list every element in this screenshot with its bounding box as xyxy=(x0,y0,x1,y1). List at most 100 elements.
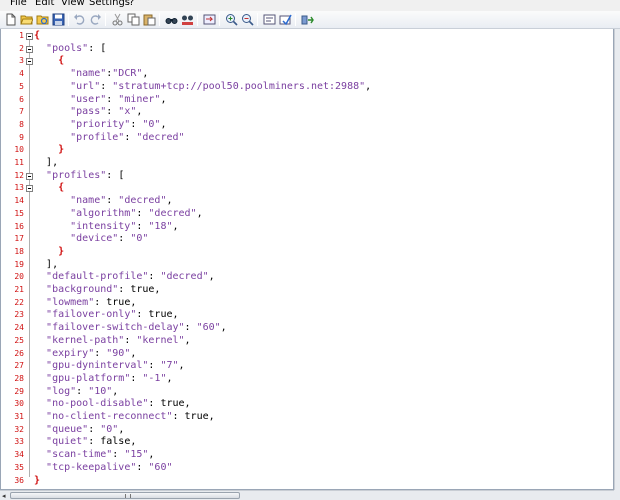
code-line[interactable]: "scan-time": "15", xyxy=(34,449,154,462)
word-wrap-button[interactable] xyxy=(262,12,277,27)
menu-help[interactable]: ? xyxy=(129,0,134,9)
code-line[interactable]: "url": "stratum+tcp://pool50.poolminers.… xyxy=(34,81,371,94)
fold-toggle-icon[interactable] xyxy=(26,33,33,40)
find-button[interactable] xyxy=(164,12,179,27)
code-line[interactable]: "gpu-dyninterval": "7", xyxy=(34,360,185,373)
word-wrap-icon xyxy=(263,14,276,25)
code-line[interactable]: "queue": "0", xyxy=(34,424,124,437)
horizontal-scrollbar[interactable]: ◂ xyxy=(0,490,614,500)
toolbar xyxy=(0,11,620,29)
code-line[interactable]: "log": "10", xyxy=(34,386,118,399)
line-number: 36 xyxy=(14,475,24,485)
replace-button[interactable] xyxy=(180,12,195,27)
code-line[interactable]: } xyxy=(34,144,64,157)
toolbar-separator xyxy=(197,13,198,26)
scroll-left-arrow-icon[interactable]: ◂ xyxy=(2,492,10,500)
code-line[interactable]: "lowmem": true, xyxy=(34,297,136,310)
settings-button[interactable] xyxy=(278,12,293,27)
code-line[interactable]: "default-profile": "decred", xyxy=(34,271,215,284)
code-line[interactable]: } xyxy=(34,475,40,488)
menu-settings[interactable]: Settings xyxy=(89,0,130,9)
cut-button[interactable] xyxy=(110,12,125,27)
reload-button[interactable] xyxy=(35,12,50,27)
goto-icon xyxy=(203,14,216,25)
line-number: 26 xyxy=(14,348,24,358)
code-line[interactable]: "device": "0" xyxy=(34,233,148,246)
line-number: 10 xyxy=(14,145,24,155)
line-number: 25 xyxy=(14,335,24,345)
run-icon xyxy=(301,15,314,25)
redo-button[interactable] xyxy=(88,12,103,27)
code-line[interactable]: "failover-only": true, xyxy=(34,309,178,322)
code-line[interactable]: "background": true, xyxy=(34,284,160,297)
code-editor[interactable]: 1 2 3 4 5 6 7 8 9 10 11 12 13 14 15 16 17 18 19 20 21 22 23 24 2… xyxy=(0,29,614,490)
save-button[interactable] xyxy=(51,12,66,27)
zoom-out-icon xyxy=(242,14,254,26)
code-line[interactable]: "tcp-keepalive": "60" xyxy=(34,462,172,475)
line-number: 11 xyxy=(14,158,24,167)
line-number: 3 xyxy=(19,56,24,66)
copy-button[interactable] xyxy=(126,12,141,27)
run-button[interactable] xyxy=(300,12,315,27)
line-number: 15 xyxy=(14,208,24,218)
zoom-out-button[interactable] xyxy=(240,12,255,27)
replace-icon xyxy=(182,15,193,25)
fold-toggle-icon[interactable] xyxy=(26,185,33,193)
line-number: 20 xyxy=(14,272,24,282)
horizontal-scroll-thumb[interactable] xyxy=(10,492,240,499)
goto-button[interactable] xyxy=(202,12,217,27)
code-line[interactable]: "expiry": "90", xyxy=(34,348,136,361)
open-button[interactable] xyxy=(19,12,34,27)
undo-button[interactable] xyxy=(72,12,87,27)
line-number: 16 xyxy=(14,221,24,231)
code-line[interactable]: { xyxy=(34,182,64,195)
line-number: 13 xyxy=(14,183,24,193)
line-number: 23 xyxy=(14,310,24,320)
code-line[interactable]: "intensity": "18", xyxy=(34,221,178,234)
line-number: 30 xyxy=(14,399,24,409)
toolbar-separator xyxy=(219,13,220,26)
code-line[interactable]: "profile": "decred" xyxy=(34,132,184,145)
line-number: 14 xyxy=(14,196,24,206)
fold-toggle-icon[interactable] xyxy=(26,45,33,53)
scroll-grip-icon xyxy=(125,494,131,498)
code-line[interactable]: "quiet": false, xyxy=(34,436,136,449)
paste-button[interactable] xyxy=(142,12,157,27)
line-number: 33 xyxy=(14,437,24,447)
code-line[interactable]: "pass": "x", xyxy=(34,106,142,119)
menu-view[interactable]: View xyxy=(61,0,85,9)
reload-icon xyxy=(36,15,49,25)
code-line[interactable]: "pools": [ xyxy=(34,43,106,56)
code-line[interactable]: "name":"DCR", xyxy=(34,68,148,81)
code-line[interactable]: "no-pool-disable": true, xyxy=(34,398,191,411)
code-line[interactable]: ], xyxy=(34,259,58,272)
code-line[interactable]: "priority": "0", xyxy=(34,119,166,132)
settings-icon xyxy=(279,14,292,26)
code-line[interactable]: "kernel-path": "kernel", xyxy=(34,335,191,348)
line-number: 18 xyxy=(14,246,24,256)
zoom-in-button[interactable] xyxy=(224,12,239,27)
toolbar-separator xyxy=(159,13,160,26)
open-folder-icon xyxy=(20,15,33,25)
code-line[interactable]: "profiles": [ xyxy=(34,170,124,183)
line-number: 5 xyxy=(19,81,24,91)
code-line[interactable]: { xyxy=(34,30,40,43)
code-line[interactable]: "name": "decred", xyxy=(34,195,172,208)
code-line[interactable]: "gpu-platform": "-1", xyxy=(34,373,172,386)
menu-edit[interactable]: Edit xyxy=(35,0,54,9)
code-line[interactable]: "user": "miner", xyxy=(34,94,166,107)
line-number: 24 xyxy=(14,323,24,333)
vertical-scrollbar[interactable] xyxy=(614,29,620,490)
fold-toggle-icon[interactable] xyxy=(26,172,33,180)
code-line[interactable]: ], xyxy=(34,157,58,170)
code-line[interactable]: } xyxy=(34,246,64,259)
menu-file[interactable]: File xyxy=(10,0,27,9)
code-line[interactable]: "failover-switch-delay": "60", xyxy=(34,322,227,335)
new-file-button[interactable] xyxy=(3,12,18,27)
code-line[interactable]: "algorithm": "decred", xyxy=(34,208,202,221)
scrollbar-corner xyxy=(614,490,620,500)
fold-toggle-icon[interactable] xyxy=(26,58,33,66)
code-line[interactable]: "no-client-reconnect": true, xyxy=(34,411,215,424)
line-number: 6 xyxy=(19,94,24,104)
code-line[interactable]: { xyxy=(34,55,64,68)
